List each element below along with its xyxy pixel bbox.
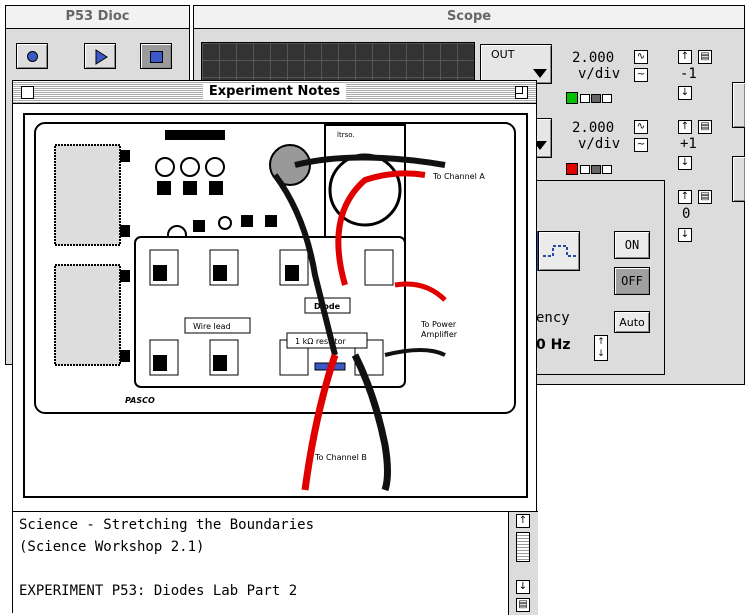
record-icon [27,51,38,62]
diode-label: Diode [314,302,341,311]
channel-a-ac-coupling-icon[interactable]: ~ [634,68,648,82]
channel-a-input-selector[interactable]: OUT [480,44,552,84]
off-button[interactable]: OFF [614,267,650,295]
channel-c-offset-down-icon[interactable]: ↓ [678,228,692,242]
channel-b-ac-coupling-icon[interactable]: ~ [634,138,648,152]
channel-b-unit: v/div [578,136,621,152]
channel-a-unit: v/div [578,66,621,82]
channel-a-scale-segments[interactable] [580,92,613,106]
stop-icon [150,51,163,63]
data-window-title: P53 Dioc [59,9,136,24]
channel-b-offset-down-icon[interactable]: ↓ [678,156,692,170]
channel-b-offset: +1 [680,136,697,152]
record-button[interactable] [16,43,48,69]
data-window-titlebar[interactable]: P53 Dioc [6,6,189,29]
notes-text-area[interactable]: Science - Stretching the Boundaries (Sci… [13,511,508,615]
scroll-down-arrow-icon[interactable]: ↓ [516,580,530,594]
scope-titlebar[interactable]: Scope [194,6,744,29]
frequency-stepper[interactable]: ↑ ↓ [594,335,608,361]
frequency-value: 0 Hz [536,337,571,353]
channel-b-offset-up-icon[interactable]: ↑ [678,120,692,134]
channel-a-color-swatch [566,92,578,104]
notes-line [19,558,502,580]
power-amp-callout-2: Amplifier [421,330,458,339]
auto-button[interactable]: Auto [614,311,650,333]
zoom-box-icon[interactable] [515,86,528,99]
notes-text: Science - Stretching the Boundaries (Sci… [13,512,508,604]
waveform-square-button[interactable] [538,231,580,271]
notes-scrollbar[interactable]: ↑ ↓ ▤ [508,511,538,615]
channel-a-menu-icon[interactable]: ▤ [698,50,712,64]
power-amp-callout-1: To Power [420,320,457,329]
signal-generator-window: ON OFF Auto ency 0 Hz ↑ ↓ [525,180,665,375]
channel-a-volts-value: 2.000 [572,50,615,66]
channel-a-dc-coupling-icon[interactable]: ∿ [634,50,648,64]
notes-title: Experiment Notes [202,84,347,99]
channel-c-offset: 0 [682,206,691,222]
notes-line: Science - Stretching the Boundaries [19,517,315,533]
resize-grip-icon[interactable]: ▤ [516,598,530,612]
play-icon [95,49,108,65]
channel-a-offset: -1 [680,66,697,82]
channel-b-scale-segments[interactable] [580,163,613,177]
channel-b-menu-icon[interactable]: ▤ [698,120,712,134]
notes-line: EXPERIMENT P53: Diodes Lab Part 2 [19,583,298,599]
wire-lead-label: Wire lead [193,322,231,331]
channel-b-dc-coupling-icon[interactable]: ∿ [634,120,648,134]
experiment-notes-window: Experiment Notes ltrso. Diode Wire lead … [12,80,538,615]
channel-c-menu-icon[interactable]: ▤ [698,190,712,204]
trigger-control[interactable] [732,82,745,128]
notes-titlebar[interactable]: Experiment Notes [13,81,536,104]
scroll-up-arrow-icon[interactable]: ↑ [516,514,530,528]
channel-a-callout: To Channel A [432,172,485,181]
experiment-diagram: ltrso. Diode Wire lead 1 kΩ resistor PAS… [23,113,528,498]
channel-a-offset-down-icon[interactable]: ↓ [678,86,692,100]
scroll-thumb[interactable] [516,532,530,562]
play-button[interactable] [84,43,116,69]
channel-b-callout: To Channel B [314,453,367,462]
svg-text:ltrso.: ltrso. [337,131,355,139]
resistor-label: 1 kΩ resistor [295,337,347,346]
channel-b-volts-value: 2.000 [572,120,615,136]
channel-a-offset-up-icon[interactable]: ↑ [678,50,692,64]
frequency-label: ency [536,310,570,326]
square-wave-icon [543,245,577,257]
dropdown-arrow-icon [533,69,547,78]
channel-c-offset-up-icon[interactable]: ↑ [678,190,692,204]
channel-b-color-swatch [566,163,578,175]
svg-text:PASCO: PASCO [125,396,155,405]
close-box-icon[interactable] [21,86,34,99]
channel-a-input-label: OUT [491,48,515,61]
circuit-board-illustration: ltrso. Diode Wire lead 1 kΩ resistor PAS… [34,122,516,492]
trigger-control-2[interactable] [732,156,745,202]
scope-title: Scope [440,9,498,24]
on-button[interactable]: ON [614,231,650,259]
stop-button[interactable] [140,43,172,69]
scope-display [201,42,475,84]
notes-line: (Science Workshop 2.1) [19,539,205,555]
